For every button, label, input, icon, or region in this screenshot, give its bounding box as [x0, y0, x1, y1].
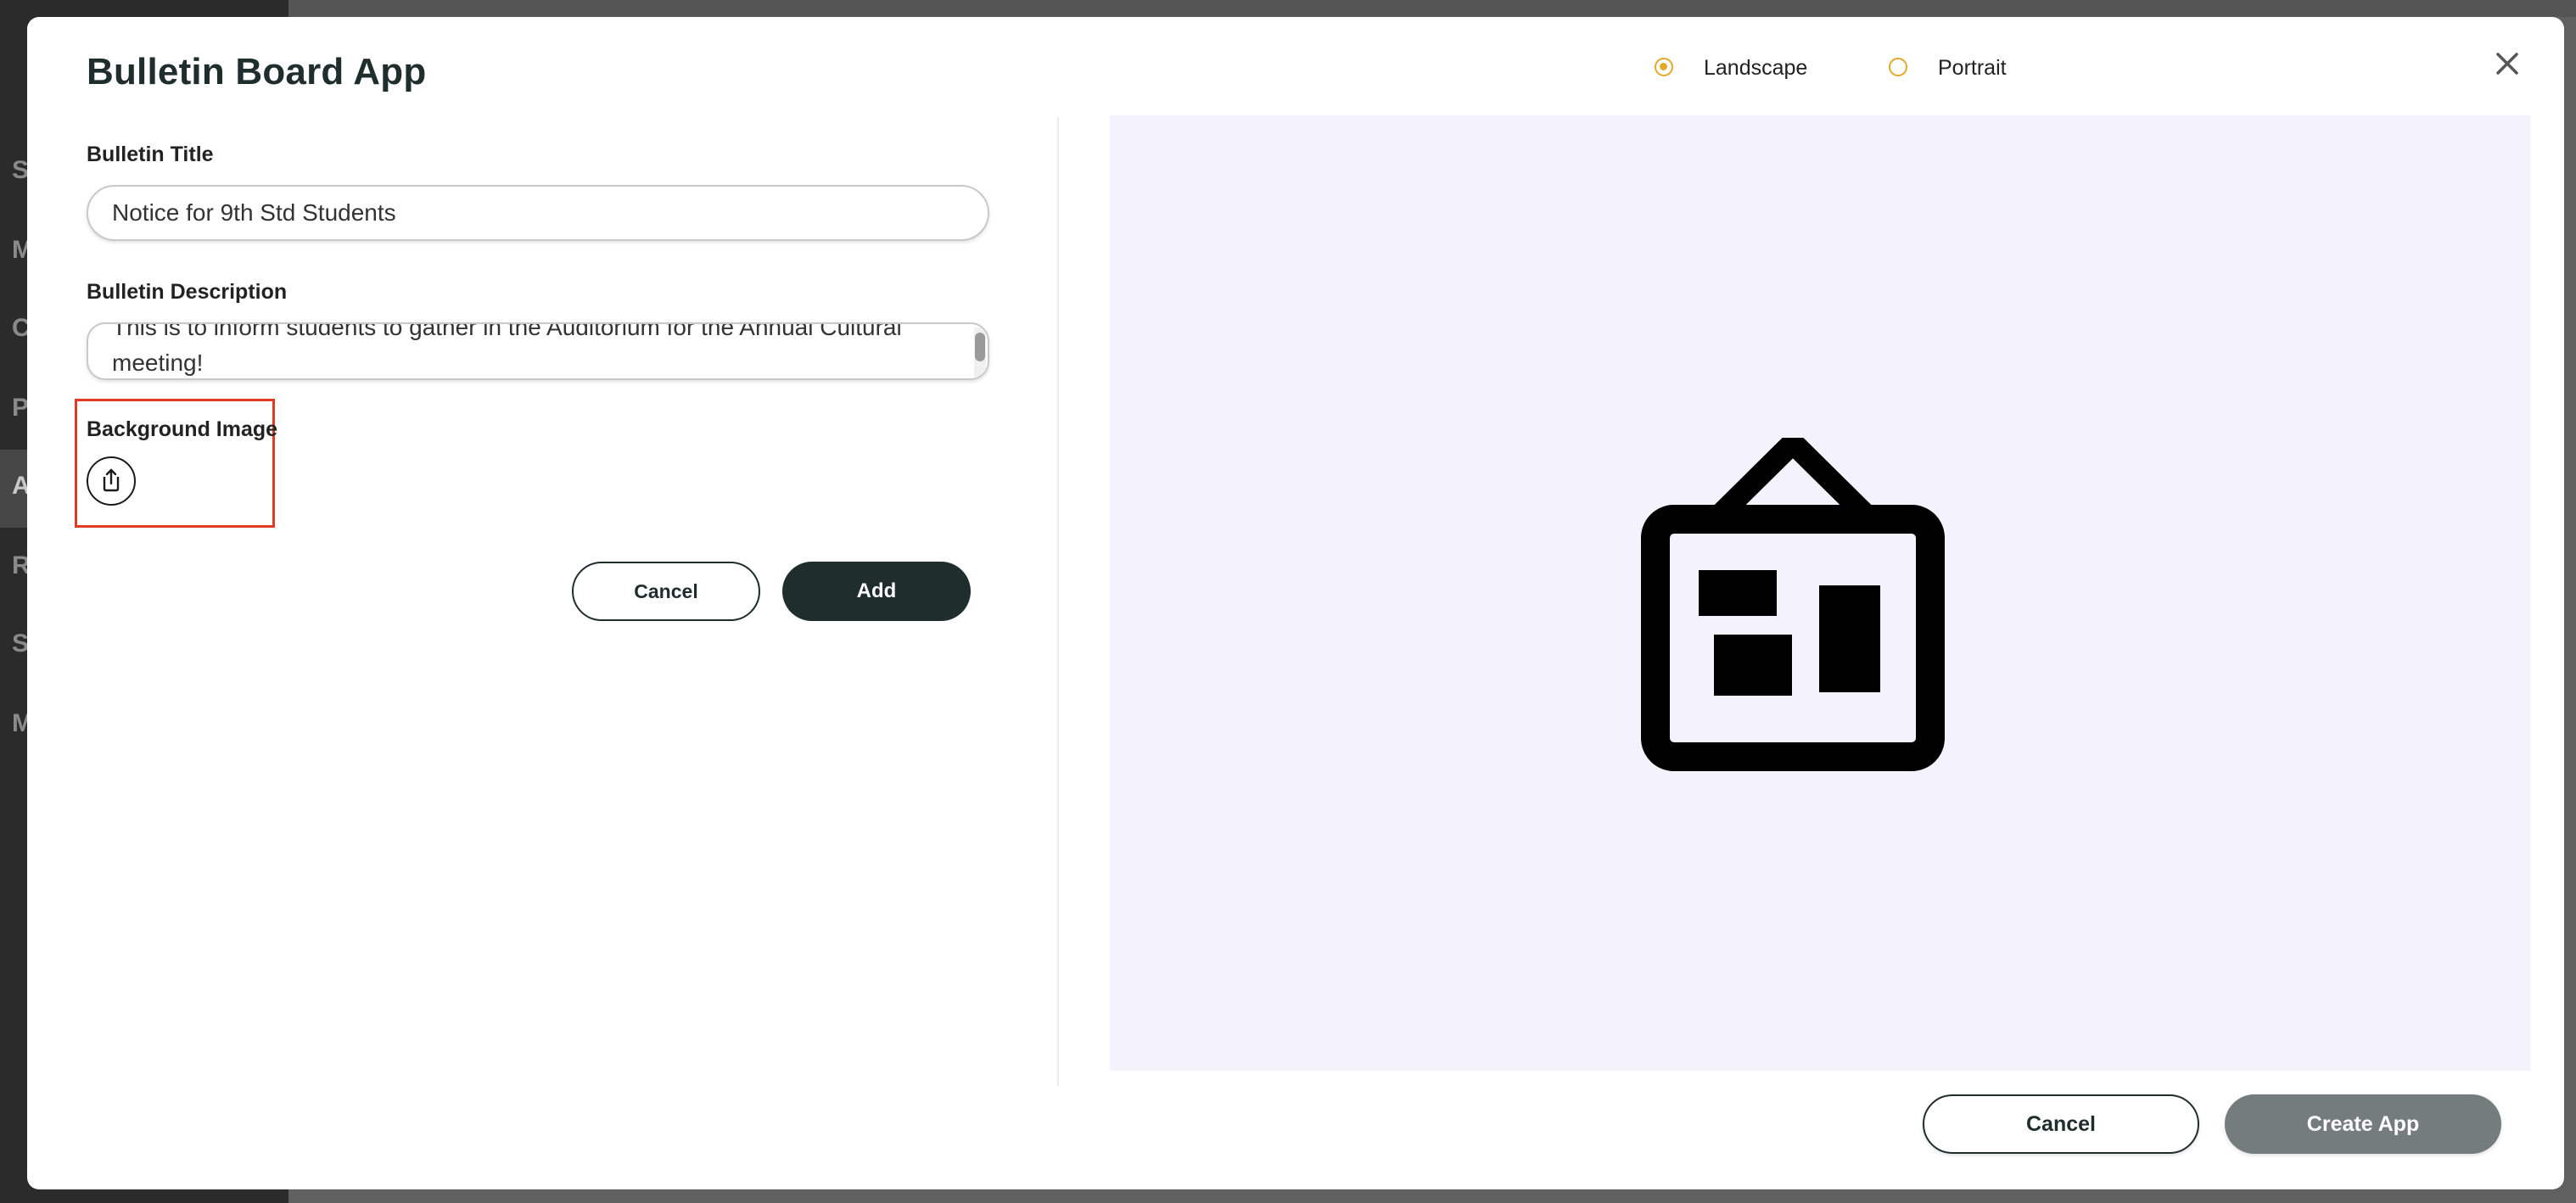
form-cancel-button[interactable]: Cancel [572, 562, 760, 621]
bulletin-title-input[interactable] [87, 185, 989, 241]
portrait-label: Portrait [1938, 56, 2007, 80]
bulletin-title-label: Bulletin Title [87, 143, 214, 166]
landscape-option[interactable]: Landscape [1655, 51, 1858, 85]
background-image-label: Background Image [87, 417, 278, 441]
description-scrollbar-thumb[interactable] [975, 333, 985, 361]
bulletin-description-textarea[interactable]: This is to inform students to gather in … [87, 322, 989, 380]
modal-title: Bulletin Board App [87, 51, 427, 92]
preview-panel [1110, 115, 2530, 1071]
background-image-upload-button[interactable] [87, 456, 136, 506]
landscape-label: Landscape [1704, 56, 1808, 80]
background-sidebar-letter: S [12, 156, 30, 184]
background-sidebar-letter: P [12, 394, 30, 422]
close-button[interactable] [2488, 44, 2527, 83]
bulletin-description-text: This is to inform students to gather in … [112, 322, 902, 376]
cancel-button[interactable]: Cancel [1923, 1094, 2199, 1154]
background-sidebar-letter: S [12, 629, 30, 657]
column-divider [1057, 117, 1059, 1086]
portrait-option[interactable]: Portrait [1889, 51, 2058, 85]
add-button[interactable]: Add [782, 562, 971, 621]
portrait-radio[interactable] [1889, 58, 1907, 76]
close-icon [2496, 53, 2518, 75]
landscape-radio[interactable] [1655, 58, 1673, 76]
create-app-button[interactable]: Create App [2225, 1094, 2501, 1154]
bulletin-board-icon [1641, 438, 1945, 771]
upload-icon [103, 468, 120, 492]
background-topbar [288, 0, 2576, 17]
bulletin-description-label: Bulletin Description [87, 280, 288, 304]
bulletin-board-modal: Bulletin Board App Landscape Portrait Bu… [27, 17, 2564, 1189]
